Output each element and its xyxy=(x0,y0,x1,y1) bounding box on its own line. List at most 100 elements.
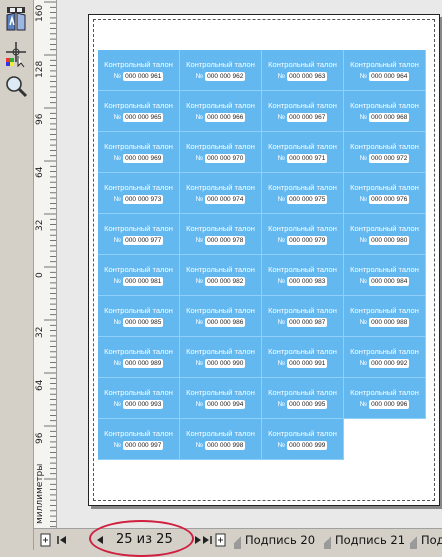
ticket-card[interactable]: Контрольный талон № 000 000 999 xyxy=(262,419,344,460)
number-sign: № xyxy=(195,236,204,244)
number-sign: № xyxy=(195,195,204,203)
ticket-number-row: № 000 000 965 xyxy=(114,112,164,122)
page-tab[interactable]: Подпись 21 xyxy=(324,531,405,549)
ticket-number-row: № 000 000 979 xyxy=(277,235,328,245)
ruler-label: 160 xyxy=(35,4,45,22)
ticket-card[interactable]: Контрольный талон № 000 000 995 xyxy=(262,378,344,419)
ticket-number-row: № 000 000 983 xyxy=(277,276,328,286)
page-tab[interactable]: Подпись 20 xyxy=(234,531,315,549)
ticket-title: Контрольный талон xyxy=(350,305,419,315)
number-sign: № xyxy=(277,277,286,285)
number-sign: № xyxy=(277,400,286,408)
number-sign: № xyxy=(277,441,286,449)
ruler-label: 32 xyxy=(35,326,45,338)
last-page-icon[interactable] xyxy=(201,533,213,547)
number-sign: № xyxy=(195,72,204,80)
number-sign: № xyxy=(113,195,122,203)
ticket-title: Контрольный талон xyxy=(268,141,337,151)
ticket-card[interactable]: Контрольный талон № 000 000 972 xyxy=(344,132,426,173)
ticket-card[interactable]: Контрольный талон № 000 000 966 xyxy=(180,91,262,132)
ticket-number: 000 000 998 xyxy=(205,440,246,450)
zoom-icon[interactable] xyxy=(4,74,28,98)
drawing-canvas[interactable]: Контрольный талон № 000 000 961 Контрольный… xyxy=(57,0,442,528)
first-page-icon[interactable] xyxy=(56,533,68,547)
ticket-card[interactable]: Контрольный талон № 000 000 988 xyxy=(344,296,426,337)
ticket-card[interactable]: Контрольный талон № 000 000 990 xyxy=(180,337,262,378)
ticket-card[interactable]: Контрольный талон № 000 000 986 xyxy=(180,296,262,337)
ticket-card[interactable]: Контрольный талон № 000 000 982 xyxy=(180,255,262,296)
ticket-card[interactable]: Контрольный талон № 000 000 996 xyxy=(344,378,426,419)
ticket-card[interactable]: Контрольный талон № 000 000 971 xyxy=(262,132,344,173)
add-page-icon[interactable] xyxy=(40,533,52,547)
ticket-card[interactable]: Контрольный талон № 000 000 987 xyxy=(262,296,344,337)
number-sign: № xyxy=(277,113,286,121)
ticket-card[interactable]: Контрольный талон № 000 000 978 xyxy=(180,214,262,255)
ticket-number-row: № 000 000 981 xyxy=(114,276,164,286)
number-sign: № xyxy=(113,318,122,326)
number-sign: № xyxy=(359,72,368,80)
number-sign: № xyxy=(277,195,286,203)
ticket-card[interactable]: Контрольный талон № 000 000 981 xyxy=(98,255,180,296)
ticket-number: 000 000 989 xyxy=(123,358,164,368)
ticket-number-row: № 000 000 974 xyxy=(195,194,246,204)
ticket-card[interactable]: Контрольный талон № 000 000 968 xyxy=(344,91,426,132)
ticket-card[interactable]: Контрольный талон № 000 000 970 xyxy=(180,132,262,173)
fit-text-path-icon[interactable] xyxy=(4,40,28,68)
ticket-card[interactable]: Контрольный талон № 000 000 974 xyxy=(180,173,262,214)
ticket-card[interactable]: Контрольный талон № 000 000 993 xyxy=(98,378,180,419)
ticket-title: Контрольный талон xyxy=(268,428,337,438)
ticket-title: Контрольный талон xyxy=(268,182,337,192)
ticket-number-row: № 000 000 971 xyxy=(278,153,328,163)
ticket-number-row: № 000 000 989 xyxy=(114,358,164,368)
ticket-card[interactable]: Контрольный талон № 000 000 967 xyxy=(262,91,344,132)
ticket-card[interactable]: Контрольный талон № 000 000 963 xyxy=(262,50,344,91)
ticket-card[interactable]: Контрольный талон № 000 000 969 xyxy=(98,132,180,173)
number-sign: № xyxy=(277,236,286,244)
number-sign: № xyxy=(195,441,204,449)
ticket-number: 000 000 966 xyxy=(205,112,246,122)
ticket-card[interactable]: Контрольный талон № 000 000 973 xyxy=(98,173,180,214)
ticket-number: 000 000 997 xyxy=(123,440,164,450)
ticket-card[interactable]: Контрольный талон № 000 000 998 xyxy=(180,419,262,460)
add-page-after-icon[interactable] xyxy=(215,533,227,547)
ticket-title: Контрольный талон xyxy=(350,182,419,192)
ticket-number: 000 000 991 xyxy=(287,358,328,368)
number-sign: № xyxy=(359,113,368,121)
ticket-card[interactable]: Контрольный талон № 000 000 991 xyxy=(262,337,344,378)
mirror-text-icon[interactable] xyxy=(4,10,28,34)
number-sign: № xyxy=(195,318,204,326)
ticket-card[interactable]: Контрольный талон № 000 000 962 xyxy=(180,50,262,91)
number-sign: № xyxy=(359,195,368,203)
ticket-number-row: № 000 000 990 xyxy=(196,358,246,368)
ticket-number: 000 000 981 xyxy=(123,276,164,286)
toolbox-top-tool[interactable] xyxy=(4,0,28,13)
ticket-card[interactable]: Контрольный талон № 000 000 961 xyxy=(98,50,180,91)
number-sign: № xyxy=(359,400,368,408)
ticket-number: 000 000 986 xyxy=(205,317,246,327)
ticket-number: 000 000 995 xyxy=(287,399,328,409)
ticket-card[interactable]: Контрольный талон № 000 000 994 xyxy=(180,378,262,419)
ticket-card[interactable]: Контрольный талон № 000 000 975 xyxy=(262,173,344,214)
ticket-number: 000 000 984 xyxy=(369,276,410,286)
ticket-card[interactable]: Контрольный талон № 000 000 976 xyxy=(344,173,426,214)
ticket-card[interactable]: Контрольный талон № 000 000 980 xyxy=(344,214,426,255)
number-sign: № xyxy=(359,236,368,244)
ticket-card[interactable]: Контрольный талон № 000 000 983 xyxy=(262,255,344,296)
ticket-card[interactable]: Контрольный талон № 000 000 992 xyxy=(344,337,426,378)
ticket-card[interactable]: Контрольный талон № 000 000 984 xyxy=(344,255,426,296)
ticket-card[interactable]: Контрольный талон № 000 000 979 xyxy=(262,214,344,255)
ticket-number-row: № 000 000 984 xyxy=(360,276,410,286)
ticket-number: 000 000 990 xyxy=(205,358,246,368)
ticket-card[interactable]: Контрольный талон № 000 000 997 xyxy=(98,419,180,460)
page-tab[interactable]: Под xyxy=(410,531,442,549)
ticket-card[interactable]: Контрольный талон № 000 000 989 xyxy=(98,337,180,378)
ticket-card[interactable]: Контрольный талон № 000 000 965 xyxy=(98,91,180,132)
number-sign: № xyxy=(359,318,368,326)
ticket-title: Контрольный талон xyxy=(104,264,173,274)
ticket-card[interactable]: Контрольный талон № 000 000 985 xyxy=(98,296,180,337)
ticket-card[interactable]: Контрольный талон № 000 000 977 xyxy=(98,214,180,255)
ticket-card[interactable]: Контрольный талон № 000 000 964 xyxy=(344,50,426,91)
document-page[interactable]: Контрольный талон № 000 000 961 Контрольный… xyxy=(88,14,440,506)
ticket-number-row: № 000 000 972 xyxy=(360,153,410,163)
ticket-number-row: № 000 000 968 xyxy=(359,112,410,122)
